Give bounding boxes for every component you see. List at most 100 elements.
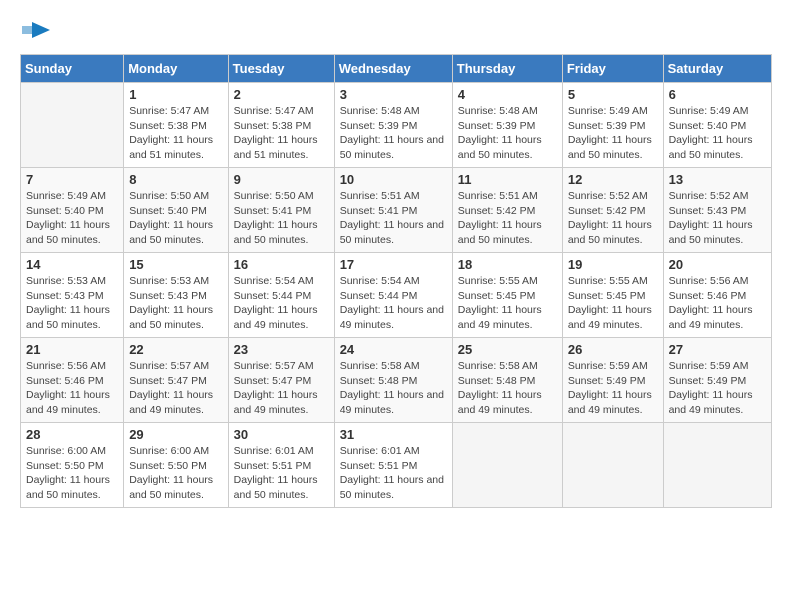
header-sunday: Sunday (21, 55, 124, 83)
calendar-week-3: 14 Sunrise: 5:53 AMSunset: 5:43 PMDaylig… (21, 253, 772, 338)
day-number: 20 (669, 257, 766, 272)
day-info: Sunrise: 5:53 AMSunset: 5:43 PMDaylight:… (129, 274, 222, 333)
calendar-cell: 13 Sunrise: 5:52 AMSunset: 5:43 PMDaylig… (663, 168, 771, 253)
day-info: Sunrise: 5:55 AMSunset: 5:45 PMDaylight:… (568, 274, 658, 333)
calendar-cell: 22 Sunrise: 5:57 AMSunset: 5:47 PMDaylig… (124, 338, 228, 423)
calendar-cell (21, 83, 124, 168)
day-info: Sunrise: 5:50 AMSunset: 5:41 PMDaylight:… (234, 189, 329, 248)
day-info: Sunrise: 5:51 AMSunset: 5:41 PMDaylight:… (340, 189, 447, 248)
day-info: Sunrise: 5:50 AMSunset: 5:40 PMDaylight:… (129, 189, 222, 248)
day-number: 2 (234, 87, 329, 102)
header-wednesday: Wednesday (334, 55, 452, 83)
calendar-week-5: 28 Sunrise: 6:00 AMSunset: 5:50 PMDaylig… (21, 423, 772, 508)
calendar-cell: 8 Sunrise: 5:50 AMSunset: 5:40 PMDayligh… (124, 168, 228, 253)
calendar-cell: 2 Sunrise: 5:47 AMSunset: 5:38 PMDayligh… (228, 83, 334, 168)
logo-icon (22, 20, 52, 44)
day-info: Sunrise: 5:48 AMSunset: 5:39 PMDaylight:… (458, 104, 557, 163)
calendar-header-row: SundayMondayTuesdayWednesdayThursdayFrid… (21, 55, 772, 83)
day-number: 8 (129, 172, 222, 187)
day-number: 26 (568, 342, 658, 357)
day-number: 13 (669, 172, 766, 187)
page-header (20, 20, 772, 44)
day-number: 10 (340, 172, 447, 187)
calendar-cell: 11 Sunrise: 5:51 AMSunset: 5:42 PMDaylig… (452, 168, 562, 253)
day-info: Sunrise: 5:55 AMSunset: 5:45 PMDaylight:… (458, 274, 557, 333)
calendar-cell: 1 Sunrise: 5:47 AMSunset: 5:38 PMDayligh… (124, 83, 228, 168)
calendar-cell: 6 Sunrise: 5:49 AMSunset: 5:40 PMDayligh… (663, 83, 771, 168)
calendar-cell: 27 Sunrise: 5:59 AMSunset: 5:49 PMDaylig… (663, 338, 771, 423)
calendar-cell: 24 Sunrise: 5:58 AMSunset: 5:48 PMDaylig… (334, 338, 452, 423)
day-info: Sunrise: 5:57 AMSunset: 5:47 PMDaylight:… (129, 359, 222, 418)
calendar-cell: 12 Sunrise: 5:52 AMSunset: 5:42 PMDaylig… (562, 168, 663, 253)
day-info: Sunrise: 5:49 AMSunset: 5:40 PMDaylight:… (26, 189, 118, 248)
day-info: Sunrise: 5:53 AMSunset: 5:43 PMDaylight:… (26, 274, 118, 333)
calendar-cell: 9 Sunrise: 5:50 AMSunset: 5:41 PMDayligh… (228, 168, 334, 253)
calendar-week-4: 21 Sunrise: 5:56 AMSunset: 5:46 PMDaylig… (21, 338, 772, 423)
header-monday: Monday (124, 55, 228, 83)
header-tuesday: Tuesday (228, 55, 334, 83)
calendar-cell: 20 Sunrise: 5:56 AMSunset: 5:46 PMDaylig… (663, 253, 771, 338)
day-number: 27 (669, 342, 766, 357)
day-number: 21 (26, 342, 118, 357)
calendar-cell: 3 Sunrise: 5:48 AMSunset: 5:39 PMDayligh… (334, 83, 452, 168)
calendar-cell: 16 Sunrise: 5:54 AMSunset: 5:44 PMDaylig… (228, 253, 334, 338)
day-number: 25 (458, 342, 557, 357)
calendar-week-2: 7 Sunrise: 5:49 AMSunset: 5:40 PMDayligh… (21, 168, 772, 253)
calendar-cell: 14 Sunrise: 5:53 AMSunset: 5:43 PMDaylig… (21, 253, 124, 338)
day-info: Sunrise: 5:58 AMSunset: 5:48 PMDaylight:… (458, 359, 557, 418)
logo (20, 20, 52, 44)
calendar-cell: 23 Sunrise: 5:57 AMSunset: 5:47 PMDaylig… (228, 338, 334, 423)
day-info: Sunrise: 5:54 AMSunset: 5:44 PMDaylight:… (234, 274, 329, 333)
calendar-cell: 17 Sunrise: 5:54 AMSunset: 5:44 PMDaylig… (334, 253, 452, 338)
day-number: 7 (26, 172, 118, 187)
day-number: 19 (568, 257, 658, 272)
day-info: Sunrise: 5:56 AMSunset: 5:46 PMDaylight:… (669, 274, 766, 333)
day-info: Sunrise: 5:47 AMSunset: 5:38 PMDaylight:… (234, 104, 329, 163)
calendar-cell: 19 Sunrise: 5:55 AMSunset: 5:45 PMDaylig… (562, 253, 663, 338)
day-number: 16 (234, 257, 329, 272)
calendar-cell: 25 Sunrise: 5:58 AMSunset: 5:48 PMDaylig… (452, 338, 562, 423)
calendar-cell (452, 423, 562, 508)
day-info: Sunrise: 6:01 AMSunset: 5:51 PMDaylight:… (234, 444, 329, 503)
calendar-cell: 29 Sunrise: 6:00 AMSunset: 5:50 PMDaylig… (124, 423, 228, 508)
calendar-cell: 30 Sunrise: 6:01 AMSunset: 5:51 PMDaylig… (228, 423, 334, 508)
day-number: 30 (234, 427, 329, 442)
header-friday: Friday (562, 55, 663, 83)
day-info: Sunrise: 5:59 AMSunset: 5:49 PMDaylight:… (669, 359, 766, 418)
day-number: 24 (340, 342, 447, 357)
day-number: 18 (458, 257, 557, 272)
calendar-week-1: 1 Sunrise: 5:47 AMSunset: 5:38 PMDayligh… (21, 83, 772, 168)
day-number: 11 (458, 172, 557, 187)
day-number: 14 (26, 257, 118, 272)
day-number: 15 (129, 257, 222, 272)
day-number: 31 (340, 427, 447, 442)
day-info: Sunrise: 5:54 AMSunset: 5:44 PMDaylight:… (340, 274, 447, 333)
calendar-cell: 21 Sunrise: 5:56 AMSunset: 5:46 PMDaylig… (21, 338, 124, 423)
calendar-cell: 10 Sunrise: 5:51 AMSunset: 5:41 PMDaylig… (334, 168, 452, 253)
calendar-cell: 15 Sunrise: 5:53 AMSunset: 5:43 PMDaylig… (124, 253, 228, 338)
calendar-cell: 31 Sunrise: 6:01 AMSunset: 5:51 PMDaylig… (334, 423, 452, 508)
calendar-cell: 7 Sunrise: 5:49 AMSunset: 5:40 PMDayligh… (21, 168, 124, 253)
day-info: Sunrise: 5:48 AMSunset: 5:39 PMDaylight:… (340, 104, 447, 163)
day-info: Sunrise: 5:47 AMSunset: 5:38 PMDaylight:… (129, 104, 222, 163)
day-info: Sunrise: 6:00 AMSunset: 5:50 PMDaylight:… (129, 444, 222, 503)
calendar-cell: 4 Sunrise: 5:48 AMSunset: 5:39 PMDayligh… (452, 83, 562, 168)
header-thursday: Thursday (452, 55, 562, 83)
day-number: 3 (340, 87, 447, 102)
day-number: 28 (26, 427, 118, 442)
calendar-cell: 5 Sunrise: 5:49 AMSunset: 5:39 PMDayligh… (562, 83, 663, 168)
calendar-cell: 28 Sunrise: 6:00 AMSunset: 5:50 PMDaylig… (21, 423, 124, 508)
day-number: 22 (129, 342, 222, 357)
day-number: 9 (234, 172, 329, 187)
day-info: Sunrise: 5:58 AMSunset: 5:48 PMDaylight:… (340, 359, 447, 418)
header-saturday: Saturday (663, 55, 771, 83)
day-number: 1 (129, 87, 222, 102)
calendar-cell (562, 423, 663, 508)
day-number: 4 (458, 87, 557, 102)
day-number: 17 (340, 257, 447, 272)
day-number: 12 (568, 172, 658, 187)
calendar-cell: 18 Sunrise: 5:55 AMSunset: 5:45 PMDaylig… (452, 253, 562, 338)
day-info: Sunrise: 5:59 AMSunset: 5:49 PMDaylight:… (568, 359, 658, 418)
day-info: Sunrise: 5:52 AMSunset: 5:42 PMDaylight:… (568, 189, 658, 248)
day-info: Sunrise: 6:01 AMSunset: 5:51 PMDaylight:… (340, 444, 447, 503)
